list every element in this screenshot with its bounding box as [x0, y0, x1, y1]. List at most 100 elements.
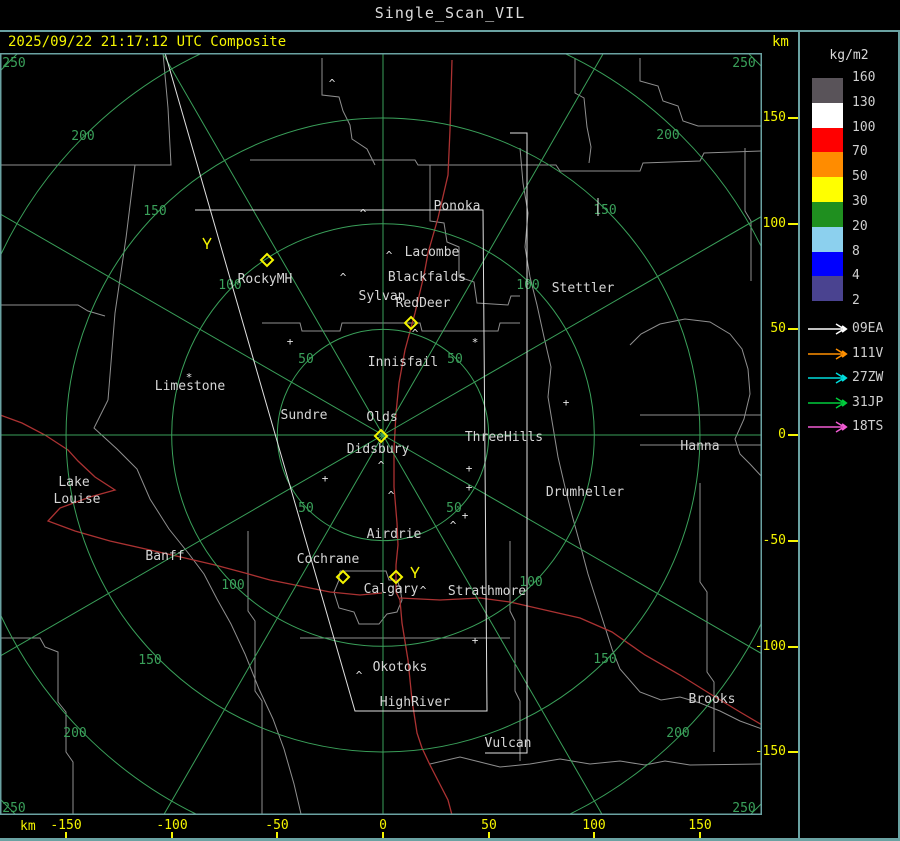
right-distance-axis: 150 100 50 0 -50 -100 -150	[755, 53, 798, 815]
color-scale-swatch	[812, 102, 843, 128]
city-label: RedDeer	[396, 296, 451, 311]
town-marker: +	[466, 462, 473, 475]
city-label: Hanna	[680, 439, 719, 454]
color-scale-swatch	[812, 226, 843, 252]
boundary-line	[1, 637, 74, 814]
city-label: Vulcan	[485, 736, 532, 751]
ring-distance-label: 250	[732, 56, 755, 71]
town-marker: ^	[386, 249, 393, 262]
radial-line	[163, 434, 384, 814]
city-label: Lacombe	[405, 245, 460, 260]
radar-viewer-window: Single_Scan_VIL 2025/09/22 21:17:12 UTC …	[0, 0, 900, 841]
right-axis-tick-label: -150	[754, 744, 786, 759]
town-marker: ^	[356, 669, 363, 682]
color-scale-value: 130	[852, 94, 876, 110]
city-label: Airdrie	[367, 527, 422, 542]
town-marker: ^	[360, 207, 367, 220]
boundary-line	[93, 399, 302, 814]
right-axis-tick	[788, 751, 798, 753]
ring-distance-label: 200	[666, 726, 689, 741]
bottom-axis-tick-label: 50	[481, 818, 497, 833]
town-marker: ^	[378, 459, 385, 472]
pointer-arrow-icon	[410, 566, 420, 576]
station-id-label: 27ZW	[852, 370, 884, 386]
town-marker: +	[322, 472, 329, 485]
radial-line	[382, 54, 604, 436]
color-scale-value: 50	[852, 169, 868, 185]
boundary-line	[107, 164, 136, 401]
color-scale-swatch	[812, 152, 843, 178]
ring-distance-label: 100	[221, 578, 244, 593]
bottom-axis-tick-label: 150	[688, 818, 712, 833]
boundary-line	[574, 58, 592, 164]
boundary-line	[321, 58, 376, 166]
color-scale-swatch	[812, 127, 843, 153]
city-label: RockyMH	[238, 272, 293, 287]
bottom-axis-tick-label: -150	[50, 818, 82, 833]
legend-unit-label: kg/m2	[829, 48, 869, 63]
radial-line	[162, 54, 384, 436]
window-title: Single_Scan_VIL	[374, 4, 526, 22]
town-marker: +	[472, 634, 479, 647]
ring-distance-label: 150	[593, 203, 616, 218]
bottom-axis-tick-label: -100	[156, 818, 188, 833]
boundary-line	[250, 150, 761, 172]
ring-distance-label: 200	[63, 726, 86, 741]
color-scale-swatch	[812, 251, 843, 277]
color-scale-value: 8	[852, 243, 860, 259]
right-axis-tick-label: 150	[762, 110, 786, 125]
ring-distance-label: 250	[2, 801, 25, 815]
ring-distance-label: 50	[298, 352, 314, 367]
color-scale-value: 160	[852, 70, 876, 85]
color-scale-value: 100	[852, 119, 876, 135]
map-layers: 5010015020025050100150200250501001502002…	[1, 54, 761, 815]
color-scale-swatch	[812, 78, 843, 103]
city-label: Cochrane	[297, 552, 360, 567]
station-arrow-icon	[808, 347, 848, 360]
city-label: Strathmore	[448, 584, 526, 599]
boundary-line	[247, 531, 263, 814]
city-label: Lake	[58, 475, 89, 490]
city-label: Ponoka	[434, 199, 481, 214]
scan-timestamp: 2025/09/22 21:17:12 UTC Composite	[8, 34, 287, 50]
boundary-line	[519, 147, 761, 730]
city-label: Okotoks	[373, 660, 428, 675]
color-scale-value: 20	[852, 218, 868, 234]
color-scale-value: 70	[852, 144, 868, 160]
boundary-line	[744, 148, 752, 281]
color-scale-swatch	[812, 202, 843, 227]
color-scale-value: 30	[852, 194, 868, 209]
ring-distance-label: 150	[593, 652, 616, 667]
town-marker: ^	[412, 327, 419, 340]
ring-distance-label: 50	[298, 501, 314, 516]
ring-distance-label: 150	[138, 653, 161, 668]
right-axis-tick	[788, 328, 798, 330]
ring-distance-label: 100	[516, 278, 539, 293]
city-label: Calgary	[364, 582, 419, 597]
boundary-line	[509, 541, 521, 761]
right-axis-tick-label: 0	[778, 427, 786, 442]
town-marker: ^	[388, 489, 395, 502]
city-label: Innisfail	[368, 355, 438, 370]
right-axis-tick	[788, 117, 798, 119]
ring-distance-label: 150	[143, 204, 166, 219]
ring-distance-label: 200	[656, 128, 679, 143]
bottom-axis-tick-label: 100	[582, 818, 606, 833]
right-axis-tick	[788, 540, 798, 542]
station-arrow-icon	[808, 397, 848, 409]
boundary-line	[429, 756, 761, 768]
station-id-label: 111V	[852, 345, 884, 361]
right-axis-tick	[788, 434, 798, 436]
station-arrow-icon	[808, 372, 848, 384]
city-label: Didsbury	[347, 442, 410, 457]
station-arrow-icon	[808, 323, 848, 335]
boundary-line	[1, 304, 106, 317]
city-label: Banff	[145, 549, 184, 564]
town-marker: ^	[420, 584, 427, 597]
ring-distance-label: 250	[2, 56, 25, 71]
radar-map-view[interactable]: 5010015020025050100150200250501001502002…	[0, 53, 762, 815]
color-scale-value: 4	[852, 268, 860, 284]
town-marker: +	[563, 396, 570, 409]
bottom-axis-unit-label: km	[20, 819, 36, 834]
town-marker: +	[466, 481, 473, 494]
